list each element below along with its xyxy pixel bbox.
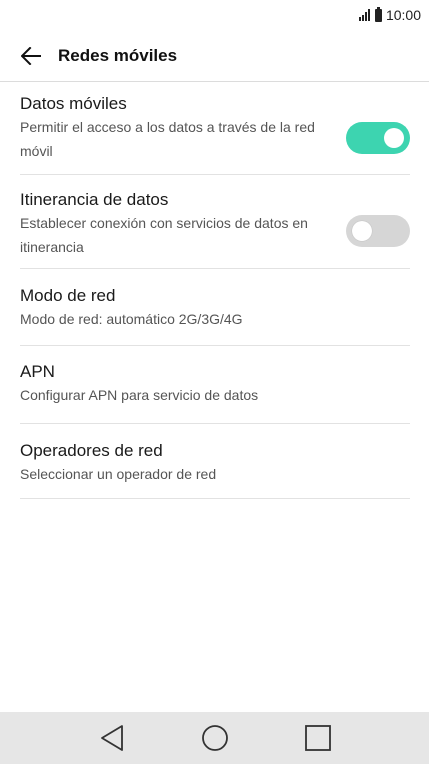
datos-moviles-toggle[interactable] — [346, 122, 410, 154]
nav-recents-button[interactable] — [298, 718, 338, 758]
setting-operadores-de-red[interactable]: Operadores de red Seleccionar un operado… — [20, 424, 410, 499]
triangle-back-icon — [100, 725, 123, 751]
battery-icon — [374, 6, 382, 22]
arrow-left-icon — [21, 46, 41, 65]
setting-datos-moviles[interactable]: Datos móviles Permitir el acceso a los d… — [20, 82, 410, 175]
status-bar: 10:00 — [0, 0, 429, 30]
page-title: Redes móviles — [58, 45, 178, 65]
setting-subtitle: Establecer conexión con servicios de dat… — [20, 215, 308, 255]
setting-title: Itinerancia de datos — [20, 190, 169, 209]
setting-subtitle: Configurar APN para servicio de datos — [20, 387, 259, 403]
circle-home-icon — [201, 725, 228, 751]
setting-title: Modo de red — [20, 286, 116, 305]
settings-list: Datos móviles Permitir el acceso a los d… — [0, 82, 429, 499]
setting-title: APN — [20, 362, 55, 381]
nav-back-button[interactable] — [92, 718, 132, 758]
app-bar: Redes móviles — [0, 30, 429, 82]
nav-home-button[interactable] — [195, 718, 235, 758]
setting-apn[interactable]: APN Configurar APN para servicio de dato… — [20, 346, 410, 424]
status-time: 10:00 — [385, 7, 421, 23]
setting-subtitle: Seleccionar un operador de red — [20, 466, 217, 482]
setting-title: Operadores de red — [20, 441, 163, 460]
signal-icon — [358, 9, 370, 21]
back-button[interactable] — [18, 43, 44, 69]
setting-modo-de-red[interactable]: Modo de red Modo de red: automático 2G/3… — [20, 269, 410, 346]
setting-itinerancia-datos[interactable]: Itinerancia de datos Establecer conexión… — [20, 175, 410, 269]
setting-subtitle: Permitir el acceso a los datos a través … — [20, 119, 315, 159]
square-recents-icon — [304, 725, 331, 751]
setting-subtitle: Modo de red: automático 2G/3G/4G — [20, 311, 243, 327]
itinerancia-toggle[interactable] — [346, 215, 410, 247]
setting-title: Datos móviles — [20, 94, 127, 113]
navigation-bar — [0, 712, 429, 764]
